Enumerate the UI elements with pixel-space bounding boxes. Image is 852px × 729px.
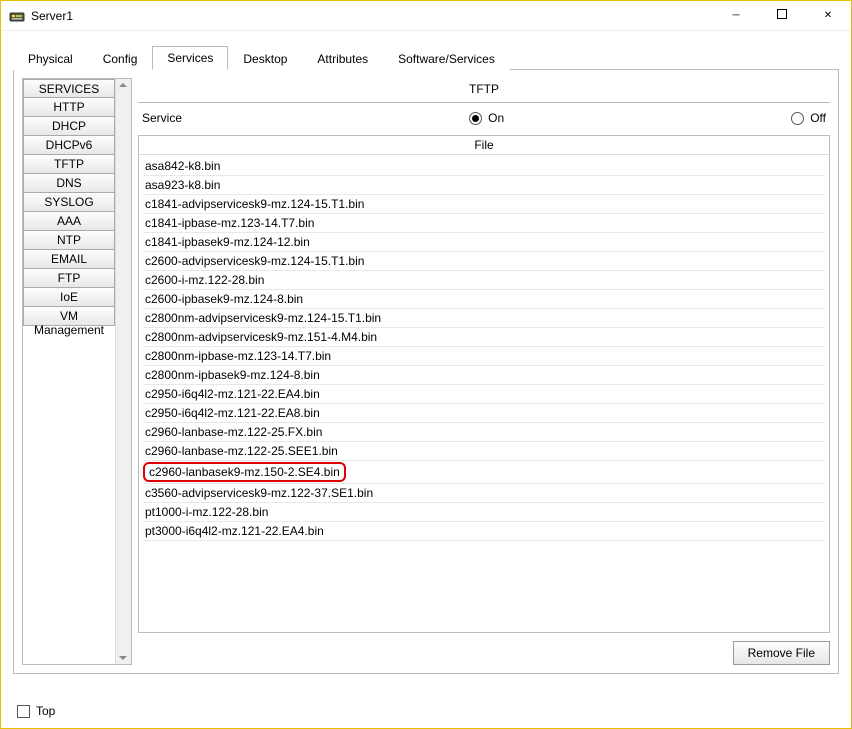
app-icon [9, 8, 25, 24]
file-item[interactable]: c2950-i6q4l2-mz.121-22.EA8.bin [143, 404, 825, 423]
file-list[interactable]: asa842-k8.binasa923-k8.binc1841-advipser… [139, 155, 829, 543]
radio-on[interactable]: On [469, 111, 504, 125]
tab-attributes[interactable]: Attributes [302, 47, 383, 70]
radio-off-label: Off [810, 111, 826, 125]
file-item[interactable]: c2950-i6q4l2-mz.121-22.EA4.bin [143, 385, 825, 404]
file-item[interactable]: c2600-advipservicesk9-mz.124-15.T1.bin [143, 252, 825, 271]
sidebar-item-tftp[interactable]: TFTP [23, 155, 115, 174]
file-item[interactable]: c2800nm-ipbasek9-mz.124-8.bin [143, 366, 825, 385]
window-title: Server1 [31, 9, 73, 23]
file-item[interactable]: c1841-advipservicesk9-mz.124-15.T1.bin [143, 195, 825, 214]
section-title: TFTP [138, 78, 830, 102]
tab-physical[interactable]: Physical [13, 47, 88, 70]
sidebar: SERVICESHTTPDHCPDHCPv6TFTPDNSSYSLOGAAANT… [22, 78, 132, 665]
remove-file-button[interactable]: Remove File [733, 641, 830, 665]
sidebar-item-vm-management[interactable]: VM Management [23, 307, 115, 326]
tab-software-services[interactable]: Software/Services [383, 47, 510, 70]
close-icon: ✕ [824, 10, 832, 21]
file-item[interactable]: c2960-lanbase-mz.122-25.FX.bin [143, 423, 825, 442]
main-panel: TFTP Service On Off File asa842-k8.binas… [138, 78, 830, 665]
file-item[interactable]: c2600-ipbasek9-mz.124-8.bin [143, 290, 825, 309]
sidebar-item-ioe[interactable]: IoE [23, 288, 115, 307]
sidebar-item-ftp[interactable]: FTP [23, 269, 115, 288]
file-item[interactable]: asa923-k8.bin [143, 176, 825, 195]
maximize-button[interactable] [759, 1, 805, 31]
radio-on-dot [469, 112, 482, 125]
sidebar-item-services[interactable]: SERVICES [23, 79, 115, 98]
file-item[interactable]: pt1000-i-mz.122-28.bin [143, 503, 825, 522]
tab-config[interactable]: Config [88, 47, 153, 70]
maximize-icon [777, 9, 787, 22]
file-item[interactable]: c1841-ipbasek9-mz.124-12.bin [143, 233, 825, 252]
close-button[interactable]: ✕ [805, 1, 851, 31]
service-label: Service [142, 111, 182, 125]
file-item[interactable]: c2960-lanbase-mz.122-25.SEE1.bin [143, 442, 825, 461]
top-checkbox[interactable] [17, 705, 30, 718]
file-item[interactable]: c2800nm-ipbase-mz.123-14.T7.bin [143, 347, 825, 366]
sidebar-item-ntp[interactable]: NTP [23, 231, 115, 250]
sidebar-item-aaa[interactable]: AAA [23, 212, 115, 231]
tab-services[interactable]: Services [152, 46, 228, 70]
title-bar: Server1 ─ ✕ [1, 1, 851, 31]
file-item[interactable]: pt3000-i6q4l2-mz.121-22.EA4.bin [143, 522, 825, 541]
minimize-button[interactable]: ─ [713, 1, 759, 31]
radio-off[interactable]: Off [791, 111, 826, 125]
tab-desktop[interactable]: Desktop [228, 47, 302, 70]
sidebar-scrollbar[interactable] [115, 79, 131, 664]
top-checkbox-label: Top [36, 704, 55, 718]
sidebar-item-http[interactable]: HTTP [23, 98, 115, 117]
bottom-bar: Top [17, 704, 55, 718]
file-box: File asa842-k8.binasa923-k8.binc1841-adv… [138, 135, 830, 633]
radio-on-label: On [488, 111, 504, 125]
file-item[interactable]: c2800nm-advipservicesk9-mz.124-15.T1.bin [143, 309, 825, 328]
file-item[interactable]: c3560-advipservicesk9-mz.122-37.SE1.bin [143, 484, 825, 503]
file-item[interactable]: c2800nm-advipservicesk9-mz.151-4.M4.bin [143, 328, 825, 347]
file-item[interactable]: c1841-ipbase-mz.123-14.T7.bin [143, 214, 825, 233]
minimize-icon: ─ [732, 10, 739, 21]
content-panel: SERVICESHTTPDHCPDHCPv6TFTPDNSSYSLOGAAANT… [13, 70, 839, 674]
sidebar-item-dhcpv6[interactable]: DHCPv6 [23, 136, 115, 155]
sidebar-item-dns[interactable]: DNS [23, 174, 115, 193]
file-item[interactable]: asa842-k8.bin [143, 157, 825, 176]
sidebar-item-syslog[interactable]: SYSLOG [23, 193, 115, 212]
radio-off-dot [791, 112, 804, 125]
file-item[interactable]: c2960-lanbasek9-mz.150-2.SE4.bin [143, 462, 346, 482]
tab-bar: PhysicalConfigServicesDesktopAttributesS… [1, 31, 851, 69]
sidebar-item-email[interactable]: EMAIL [23, 250, 115, 269]
sidebar-item-dhcp[interactable]: DHCP [23, 117, 115, 136]
file-header: File [139, 136, 829, 155]
service-row: Service On Off [138, 111, 830, 135]
file-item[interactable]: c2600-i-mz.122-28.bin [143, 271, 825, 290]
